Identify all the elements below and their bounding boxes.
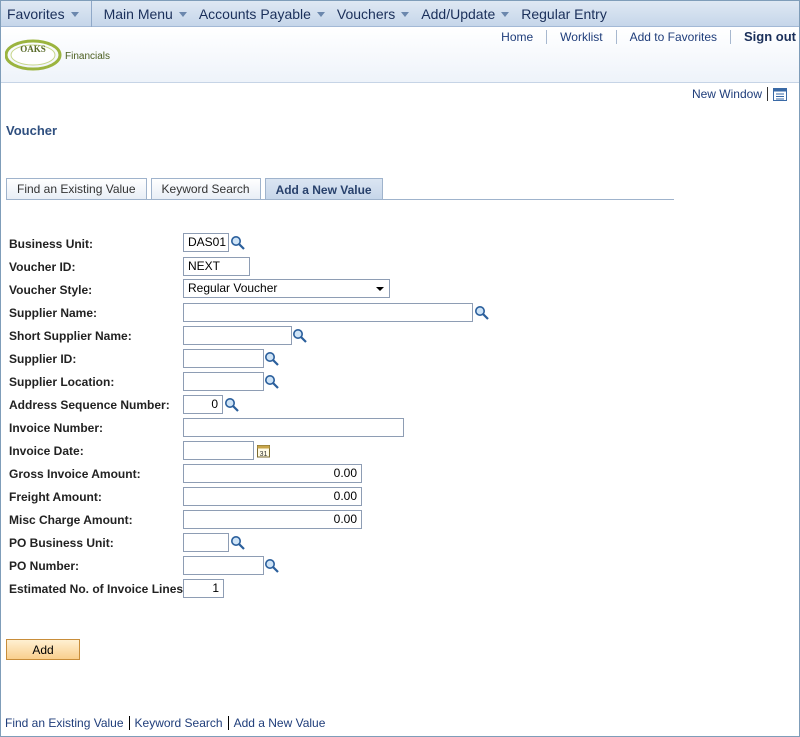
gross-invoice-amount-input[interactable]: 0.00	[183, 464, 362, 483]
favorites-label: Favorites	[7, 5, 65, 22]
voucher-id-label: Voucher ID:	[9, 260, 76, 274]
chevron-down-icon	[178, 12, 187, 17]
footer-add-new-link[interactable]: Add a New Value	[234, 716, 326, 730]
address-sequence-label: Address Sequence Number:	[9, 398, 170, 412]
footer-find-existing-link[interactable]: Find an Existing Value	[5, 716, 124, 730]
invoice-number-label: Invoice Number:	[9, 421, 104, 435]
business-unit-input[interactable]: DAS01	[183, 233, 229, 252]
short-supplier-name-label: Short Supplier Name:	[9, 329, 132, 343]
divider	[767, 87, 768, 101]
invoice-date-label: Invoice Date:	[9, 444, 84, 458]
lookup-icon[interactable]	[230, 235, 246, 251]
new-window-area: New Window	[692, 87, 787, 101]
logo-financials-text: Financials	[65, 51, 110, 62]
sign-out-link[interactable]: Sign out	[731, 30, 799, 44]
supplier-id-label: Supplier ID:	[9, 352, 77, 366]
lookup-icon[interactable]	[292, 328, 308, 344]
lookup-icon[interactable]	[264, 374, 280, 390]
svg-text:31: 31	[260, 451, 268, 458]
breadcrumb-label: Add/Update	[421, 5, 496, 22]
lookup-icon[interactable]	[264, 558, 280, 574]
misc-charge-amount-input[interactable]: 0.00	[183, 510, 362, 529]
voucher-id-input[interactable]: NEXT	[183, 257, 250, 276]
app-window: Favorites Main Menu Accounts Payable Vou…	[0, 0, 800, 737]
address-sequence-input[interactable]: 0	[183, 395, 223, 414]
lookup-icon[interactable]	[474, 305, 490, 321]
page-title: Voucher	[6, 123, 58, 138]
tab-add-new[interactable]: Add a New Value	[264, 178, 383, 200]
divider	[128, 716, 130, 730]
supplier-id-input[interactable]	[183, 349, 264, 368]
chevron-down-icon	[70, 12, 79, 17]
lookup-icon[interactable]	[224, 397, 240, 413]
footer-links: Find an Existing Value Keyword Search Ad…	[5, 716, 325, 730]
page-layout-icon[interactable]	[773, 87, 787, 101]
voucher-style-label: Voucher Style:	[9, 283, 93, 297]
divider	[227, 716, 229, 730]
calendar-icon[interactable]: 31	[257, 444, 271, 458]
breadcrumb-label: Main Menu	[103, 5, 173, 22]
business-unit-label: Business Unit:	[9, 237, 94, 251]
lookup-icon[interactable]	[230, 535, 246, 551]
voucher-style-value: Regular Voucher	[188, 281, 278, 295]
short-supplier-name-input[interactable]	[183, 326, 292, 345]
header-links: Home Worklist Add to Favorites Sign out	[488, 29, 799, 45]
new-window-link[interactable]: New Window	[692, 87, 762, 101]
breadcrumb-accounts-payable[interactable]: Accounts Payable	[193, 1, 331, 27]
freight-amount-input[interactable]: 0.00	[183, 487, 362, 506]
breadcrumb-add-update[interactable]: Add/Update	[415, 1, 515, 27]
add-to-favorites-link[interactable]: Add to Favorites	[617, 30, 731, 44]
tab-keyword-search[interactable]: Keyword Search	[150, 178, 261, 199]
supplier-location-input[interactable]	[183, 372, 264, 391]
dropdown-arrow-icon	[376, 287, 384, 291]
po-number-label: PO Number:	[9, 559, 80, 573]
footer-keyword-search-link[interactable]: Keyword Search	[135, 716, 223, 730]
logo-oaks-text: OAKS	[20, 44, 46, 54]
freight-amount-label: Freight Amount:	[9, 490, 102, 504]
breadcrumb-label: Accounts Payable	[198, 5, 311, 22]
breadcrumb-main-menu[interactable]: Main Menu	[92, 1, 193, 27]
tab-find-existing[interactable]: Find an Existing Value	[6, 178, 147, 199]
breadcrumb-label: Vouchers	[336, 5, 396, 22]
navigation-bar: Favorites Main Menu Accounts Payable Vou…	[1, 1, 799, 27]
supplier-name-input[interactable]	[183, 303, 473, 322]
invoice-date-input[interactable]	[183, 441, 254, 460]
gross-invoice-amount-label: Gross Invoice Amount:	[9, 467, 141, 481]
chevron-down-icon	[401, 12, 410, 17]
worklist-link[interactable]: Worklist	[547, 30, 617, 44]
tab-underline	[6, 199, 674, 200]
voucher-style-select[interactable]: Regular Voucher	[183, 279, 390, 298]
breadcrumb-vouchers[interactable]: Vouchers	[331, 1, 415, 27]
chevron-down-icon	[501, 12, 510, 17]
breadcrumb-label: Regular Entry	[521, 5, 607, 22]
oaks-logo: OAKS Financials	[5, 39, 110, 71]
po-business-unit-label: PO Business Unit:	[9, 536, 114, 550]
invoice-lines-input[interactable]: 1	[183, 579, 224, 598]
supplier-location-label: Supplier Location:	[9, 375, 115, 389]
favorites-menu[interactable]: Favorites	[1, 1, 92, 27]
search-tabs: Find an Existing Value Keyword Search Ad…	[6, 178, 387, 200]
add-button[interactable]: Add	[6, 639, 80, 660]
supplier-name-label: Supplier Name:	[9, 306, 98, 320]
misc-charge-amount-label: Misc Charge Amount:	[9, 513, 133, 527]
po-number-input[interactable]	[183, 556, 264, 575]
breadcrumb-regular-entry[interactable]: Regular Entry	[515, 1, 613, 27]
po-business-unit-input[interactable]	[183, 533, 229, 552]
header-banner: OAKS Financials Home Worklist Add to Fav…	[1, 28, 799, 83]
invoice-lines-label: Estimated No. of Invoice Lines:	[9, 582, 188, 596]
home-link[interactable]: Home	[488, 30, 548, 44]
invoice-number-input[interactable]	[183, 418, 404, 437]
lookup-icon[interactable]	[264, 351, 280, 367]
chevron-down-icon	[316, 12, 325, 17]
